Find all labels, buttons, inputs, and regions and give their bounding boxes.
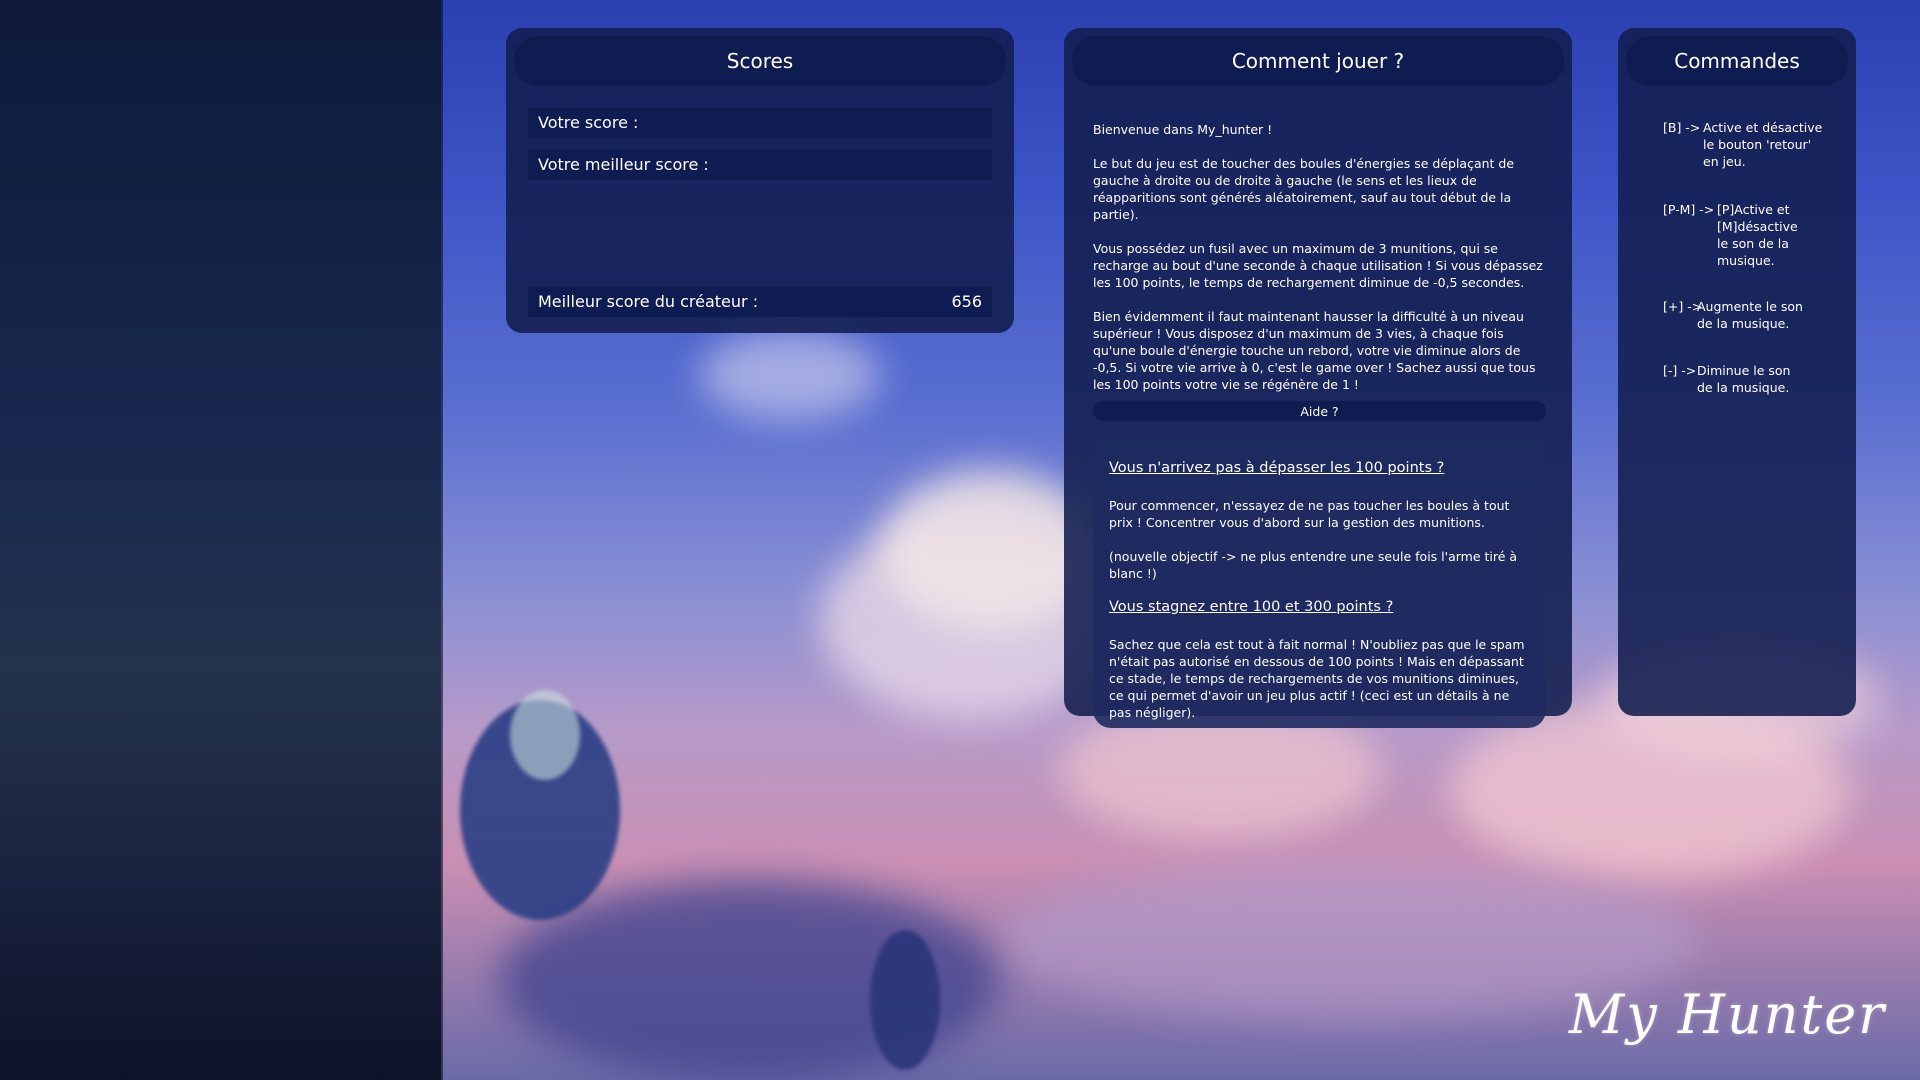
how-to-play-panel: Comment jouer ? Bienvenue dans My_hunter… [1064,28,1572,728]
how-to-play-text: Bienvenue dans My_hunter ! Le but du jeu… [1093,121,1550,410]
command-desc: Active et désactive le bouton 'retour' e… [1703,120,1823,169]
command-key: [B] -> [1663,120,1701,135]
help-answer-2: Sachez que cela est tout à fait normal !… [1109,637,1525,720]
creator-score-row: Meilleur score du créateur : 656 [528,287,992,317]
help-question-2: Vous stagnez entre 100 et 300 points ? [1109,599,1394,615]
panel-divider [441,0,443,1080]
scores-title: Scores [514,36,1006,86]
help-answer-1b: (nouvelle objectif -> ne plus entendre u… [1109,549,1518,581]
creator-score-value: 656 [951,292,982,311]
best-score-row: Votre meilleur score : [528,150,992,180]
howto-paragraph: Vous possédez un fusil avec un maximum d… [1093,241,1543,290]
current-score-label: Votre score : [538,113,639,132]
howto-paragraph: Le but du jeu est de toucher des boules … [1093,156,1515,222]
help-question-1: Vous n'arrivez pas à dépasser les 100 po… [1109,460,1445,476]
command-desc: Diminue le son de la musique. [1697,363,1791,395]
command-desc: [P]Active et [M]désactive le son de la m… [1717,202,1798,268]
creator-score-label: Meilleur score du créateur : [538,292,759,311]
game-logo: My Hunter [1568,983,1886,1046]
howto-paragraph: Bien évidemment il faut maintenant hauss… [1093,309,1536,392]
how-to-play-title: Comment jouer ? [1072,36,1564,86]
help-button[interactable]: Aide ? [1093,401,1546,421]
howto-paragraph: Bienvenue dans My_hunter ! [1093,122,1273,137]
help-answer-1: Pour commencer, n'essayez de ne pas touc… [1109,498,1510,530]
commands-title: Commandes [1626,36,1848,86]
scores-panel: Scores Votre score : Votre meilleur scor… [506,28,1014,333]
current-score-row: Votre score : [528,108,992,138]
command-key: [P-M] -> [1663,202,1715,217]
commands-panel: Commandes [B] -> Active et désactive le … [1618,28,1856,716]
command-key: [-] -> [1663,363,1697,378]
command-desc: Augmente le son de la musique. [1697,299,1803,331]
left-dark-panel [0,0,441,1080]
best-score-label: Votre meilleur score : [538,155,709,174]
help-box: Vous n'arrivez pas à dépasser les 100 po… [1093,440,1546,728]
